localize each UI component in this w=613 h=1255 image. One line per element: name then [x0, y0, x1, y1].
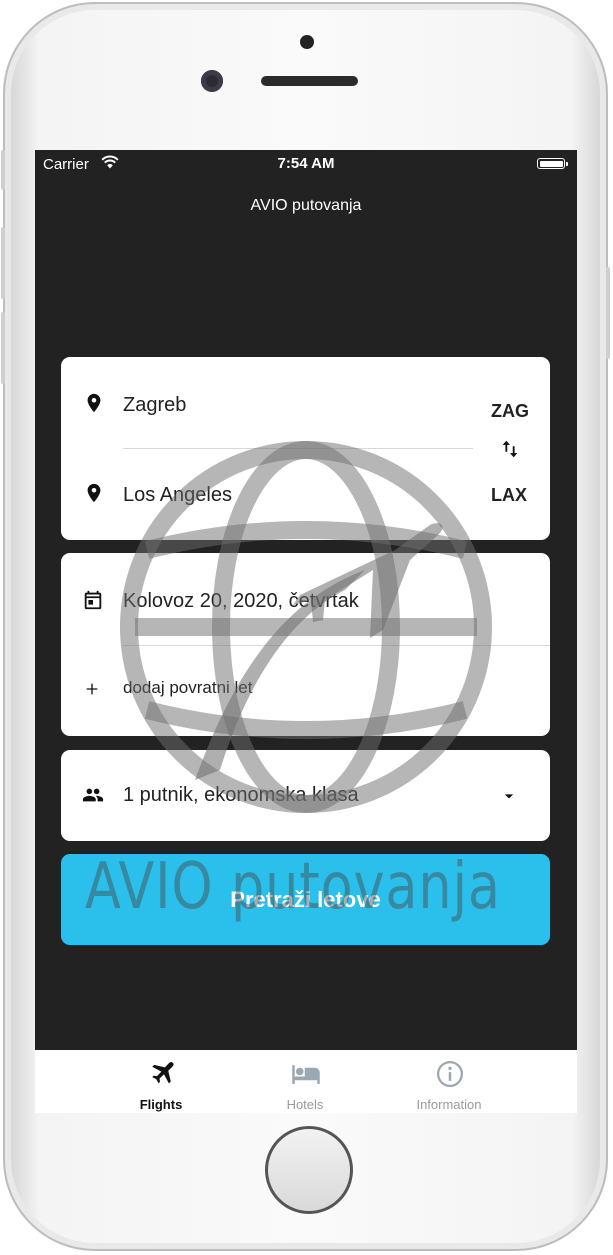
tab-hotels[interactable]: Hotels [245, 1050, 365, 1113]
route-divider [123, 448, 473, 449]
proximity-sensor [300, 35, 314, 49]
volume-down-button [1, 312, 5, 384]
destination-field[interactable]: Los Angeles [123, 484, 232, 507]
origin-code: ZAG [491, 401, 529, 421]
earpiece-speaker [261, 76, 358, 86]
calendar-icon [84, 590, 102, 610]
status-time: 7:54 AM [277, 155, 335, 172]
departure-date-field[interactable]: Kolovoz 20, 2020, četvrtak [123, 590, 359, 613]
volume-up-button [1, 227, 5, 299]
mute-switch [1, 150, 5, 190]
plus-icon [86, 683, 98, 695]
tab-information[interactable]: Information [389, 1050, 509, 1113]
passengers-card[interactable]: 1 putnik, ekonomska klasa [61, 750, 550, 841]
origin-field[interactable]: Zagreb [123, 394, 186, 417]
location-pin-icon [87, 483, 101, 503]
app-screen: Carrier 7:54 AM AVIO putovanja Zagreb ZA… [35, 150, 577, 1113]
battery-icon [537, 158, 568, 169]
passengers-field[interactable]: 1 putnik, ekonomska klasa [123, 784, 359, 807]
date-card: Kolovoz 20, 2020, četvrtak dodaj povratn… [61, 553, 550, 736]
tab-information-label: Information [416, 1097, 482, 1112]
watermark-text: AVIO putovanja [85, 850, 501, 924]
airplane-icon [152, 1061, 174, 1084]
people-icon [82, 788, 104, 802]
front-camera [201, 70, 223, 92]
status-bar: Carrier 7:54 AM [35, 150, 577, 178]
dropdown-arrow-icon[interactable] [499, 786, 519, 806]
tab-bar: Flights Hotels Information [35, 1050, 577, 1113]
page-title: AVIO putovanja [250, 197, 362, 214]
date-divider [123, 645, 550, 646]
add-return-flight[interactable]: dodaj povratni let [123, 678, 252, 698]
route-card: Zagreb ZAG Los Angeles LAX [61, 357, 550, 540]
power-button [606, 267, 610, 359]
tab-hotels-label: Hotels [286, 1097, 324, 1112]
location-pin-icon [87, 393, 101, 413]
home-button[interactable] [265, 1126, 353, 1214]
hotel-bed-icon [292, 1065, 320, 1084]
tab-flights[interactable]: Flights [101, 1050, 221, 1113]
destination-code: LAX [491, 485, 527, 505]
swap-icon[interactable] [499, 437, 521, 461]
info-icon [437, 1061, 463, 1087]
tab-flights-label: Flights [139, 1097, 183, 1112]
